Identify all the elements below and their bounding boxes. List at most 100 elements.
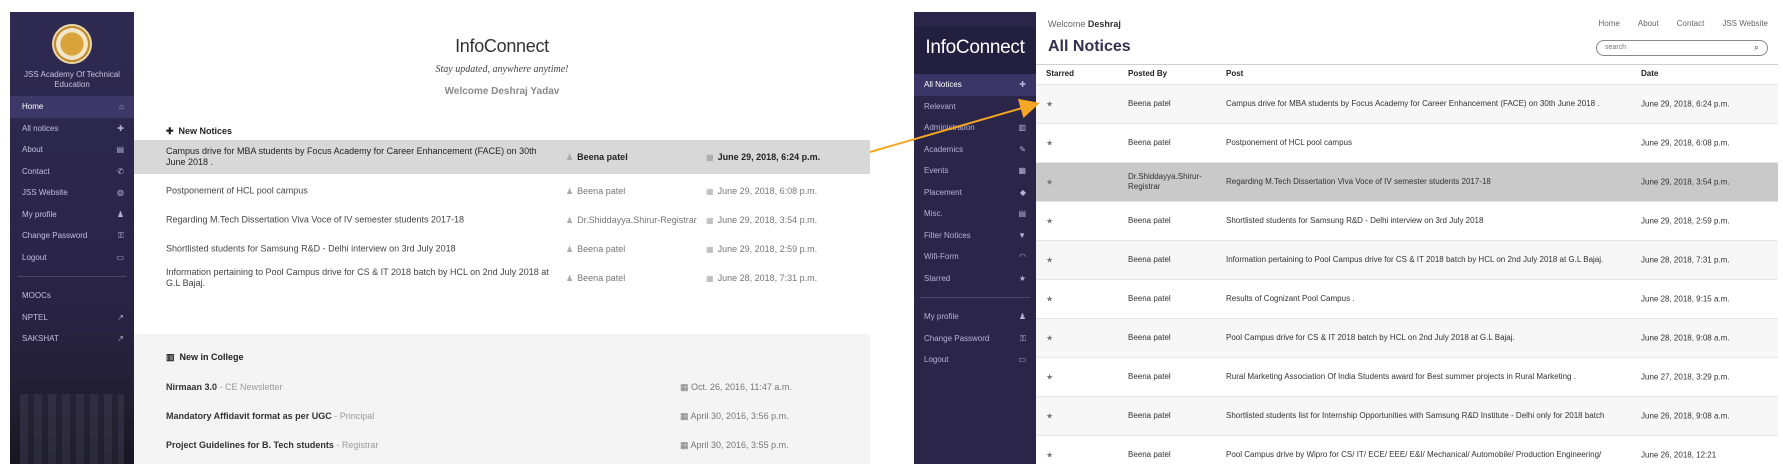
- sidebar-item-relevant[interactable]: Relevant ◈: [914, 96, 1036, 118]
- sidebar-item-placement[interactable]: Placement ◆: [914, 182, 1036, 204]
- sidebar-item-label: Contact: [22, 166, 50, 176]
- date-cell: June 29, 2018, 3:54 p.m.: [1641, 177, 1730, 187]
- star-icon[interactable]: ★: [1046, 295, 1053, 304]
- post-cell[interactable]: Results of Cognizant Pool Campus .: [1226, 294, 1606, 304]
- divider: [1036, 64, 1778, 65]
- welcome-name: Deshraj: [1087, 19, 1121, 29]
- posted-by-cell: Beena patel: [1128, 372, 1171, 381]
- college-item-title[interactable]: Mandatory Affidavit format as per UGC: [166, 411, 332, 421]
- star-icon[interactable]: ★: [1046, 412, 1053, 421]
- star-icon[interactable]: ★: [1046, 217, 1053, 226]
- sidebar-item-change-password[interactable]: Change Password ⚿: [914, 328, 1036, 350]
- topnav-jss-website[interactable]: JSS Website: [1722, 19, 1768, 28]
- college-item[interactable]: Project Guidelines for B. Tech students …: [166, 440, 870, 454]
- sidebar-item-label: All Notices: [924, 80, 962, 90]
- sidebar-item-wifi-form[interactable]: Wifi-Form ◠: [914, 246, 1036, 268]
- sidebar-item-all-notices[interactable]: All Notices ✚: [914, 74, 1036, 96]
- notice-title[interactable]: Campus drive for MBA students by Focus A…: [166, 146, 556, 168]
- posted-by-cell: Dr.Shiddayya.Shirur-Registrar: [1128, 172, 1202, 191]
- sidebar-item-filter-notices[interactable]: Filter Notices ▼: [914, 225, 1036, 247]
- sidebar-item-home[interactable]: Home ⌂: [10, 96, 134, 118]
- column-starred: Starred: [1046, 69, 1075, 78]
- sidebar-item-about[interactable]: About ▤: [10, 139, 134, 161]
- search-input[interactable]: search ⌕: [1596, 40, 1768, 56]
- college-name: JSS Academy Of Technical Education: [24, 70, 120, 89]
- column-date: Date: [1641, 69, 1659, 78]
- sidebar-item-events[interactable]: Events ▦: [914, 160, 1036, 182]
- sidebar-item-label: Relevant: [924, 101, 956, 111]
- notice-title[interactable]: Regarding M.Tech Dissertation Viva Voce …: [166, 215, 556, 226]
- table-row[interactable]: ★ Beena patel Information pertaining to Po…: [1036, 240, 1778, 279]
- notice-title[interactable]: Shortlisted students for Samsung R&D - D…: [166, 244, 556, 255]
- sidebar-item-contact[interactable]: Contact ✆: [10, 161, 134, 183]
- post-cell[interactable]: Pool Campus drive for CS & IT 2018 batch…: [1226, 333, 1606, 343]
- sidebar-item-logout[interactable]: Logout ▭: [914, 349, 1036, 371]
- sidebar-item-label: Administration: [924, 123, 975, 133]
- post-cell[interactable]: Shortlisted students list for Internship…: [1226, 411, 1606, 421]
- sidebar-item-academics[interactable]: Academics ✎: [914, 139, 1036, 161]
- star-icon[interactable]: ★: [1046, 451, 1053, 460]
- sidebar-item-sakshat[interactable]: SAKSHAT ↗: [10, 328, 134, 350]
- college-item-title[interactable]: Nirmaan 3.0: [166, 382, 217, 392]
- topnav-home[interactable]: Home: [1599, 19, 1620, 28]
- sidebar-item-jss-website[interactable]: JSS Website ◍: [10, 182, 134, 204]
- bank-icon: ▥: [166, 352, 175, 362]
- table-row[interactable]: ★ Beena patel Results of Cognizant Pool Ca…: [1036, 279, 1778, 318]
- notice-row[interactable]: Information pertaining to Pool Campus dr…: [134, 261, 870, 295]
- table-row[interactable]: ★ Beena patel Rural Marketing Association …: [1036, 357, 1778, 396]
- notice-title[interactable]: Postponement of HCL pool campus: [166, 186, 556, 197]
- sidebar-item-logout[interactable]: Logout ▭: [10, 247, 134, 269]
- external-link-icon: ↗: [117, 312, 124, 322]
- table-row[interactable]: ★ Beena patel Pool Campus drive for CS & I…: [1036, 318, 1778, 357]
- date-text: April 30, 2016, 3:55 p.m.: [690, 440, 789, 450]
- table-row[interactable]: ★ Beena patel Campus drive for MBA student…: [1036, 84, 1778, 123]
- sidebar-item-starred[interactable]: Starred ★: [914, 268, 1036, 290]
- post-cell[interactable]: Rural Marketing Association Of India Stu…: [1226, 372, 1606, 382]
- college-item[interactable]: Mandatory Affidavit format as per UGC - …: [166, 411, 870, 425]
- key-icon: ⚿: [1019, 333, 1026, 343]
- sidebar-item-change-password[interactable]: Change Password ⚿: [10, 225, 134, 247]
- sidebar-item-moocs[interactable]: MOOCs: [10, 285, 134, 307]
- college-item[interactable]: Nirmaan 3.0 - CE Newsletter ▦ Oct. 26, 20…: [166, 382, 870, 396]
- post-cell[interactable]: Information pertaining to Pool Campus dr…: [1226, 255, 1606, 265]
- post-cell[interactable]: Regarding M.Tech Dissertation Viva Voce …: [1226, 177, 1606, 187]
- sidebar-item-my-profile[interactable]: My profile ♟: [914, 306, 1036, 328]
- sidebar-item-my-profile[interactable]: My profile ♟: [10, 204, 134, 226]
- brand-title: InfoConnect: [455, 36, 549, 56]
- topnav-about[interactable]: About: [1638, 19, 1659, 28]
- search-icon[interactable]: ⌕: [1754, 42, 1759, 53]
- star-icon[interactable]: ★: [1046, 373, 1053, 382]
- table-row[interactable]: ★ Beena patel Pool Campus drive by Wipro f…: [1036, 435, 1778, 464]
- pin-icon: ✚: [1019, 80, 1026, 89]
- topnav-contact[interactable]: Contact: [1677, 19, 1705, 28]
- star-icon[interactable]: ★: [1046, 334, 1053, 343]
- post-cell[interactable]: Campus drive for MBA students by Focus A…: [1226, 99, 1606, 109]
- table-row[interactable]: ★ Beena patel Shortlisted students for Sam…: [1036, 201, 1778, 240]
- sidebar-item-all-notices[interactable]: All notices ✚: [10, 118, 134, 140]
- star-icon[interactable]: ★: [1046, 100, 1053, 109]
- sidebar-item-administration[interactable]: Administration ▥: [914, 117, 1036, 139]
- star-icon[interactable]: ★: [1046, 256, 1053, 265]
- table-row[interactable]: ★ Beena patel Shortlisted students list fo…: [1036, 396, 1778, 435]
- home-content: InfoConnect Stay updated, anywhere anyti…: [134, 12, 870, 464]
- posted-by-cell: Beena patel: [1128, 333, 1171, 342]
- post-cell[interactable]: Shortlisted students for Samsung R&D - D…: [1226, 216, 1606, 226]
- table-row[interactable]: ★ Beena patel Postponement of HCL pool cam…: [1036, 123, 1778, 162]
- notice-row[interactable]: Campus drive for MBA students by Focus A…: [134, 140, 870, 174]
- star-icon[interactable]: ★: [1046, 178, 1053, 187]
- post-cell[interactable]: Pool Campus drive by Wipro for CS/ IT/ E…: [1226, 450, 1606, 460]
- college-item-title[interactable]: Project Guidelines for B. Tech students: [166, 440, 334, 450]
- home-icon: ⌂: [119, 102, 124, 111]
- star-icon[interactable]: ★: [1046, 139, 1053, 148]
- inbox-icon: ▭: [116, 252, 124, 262]
- table-row[interactable]: ★ Dr.Shiddayya.Shirur-Registrar Regarding …: [1036, 162, 1778, 201]
- new-in-college-heading: ▥ New in College: [166, 352, 244, 363]
- sidebar-item-misc[interactable]: Misc. ▤: [914, 203, 1036, 225]
- post-cell[interactable]: Postponement of HCL pool campus: [1226, 138, 1606, 148]
- author-name: Beena patel: [577, 244, 626, 254]
- posted-by-cell: Beena patel: [1128, 411, 1171, 420]
- brand-title[interactable]: InfoConnect: [914, 26, 1036, 76]
- notice-author: ♟ Beena patel: [566, 273, 625, 283]
- sidebar-item-nptel[interactable]: NPTEL ↗: [10, 307, 134, 329]
- notice-title[interactable]: Information pertaining to Pool Campus dr…: [166, 267, 556, 289]
